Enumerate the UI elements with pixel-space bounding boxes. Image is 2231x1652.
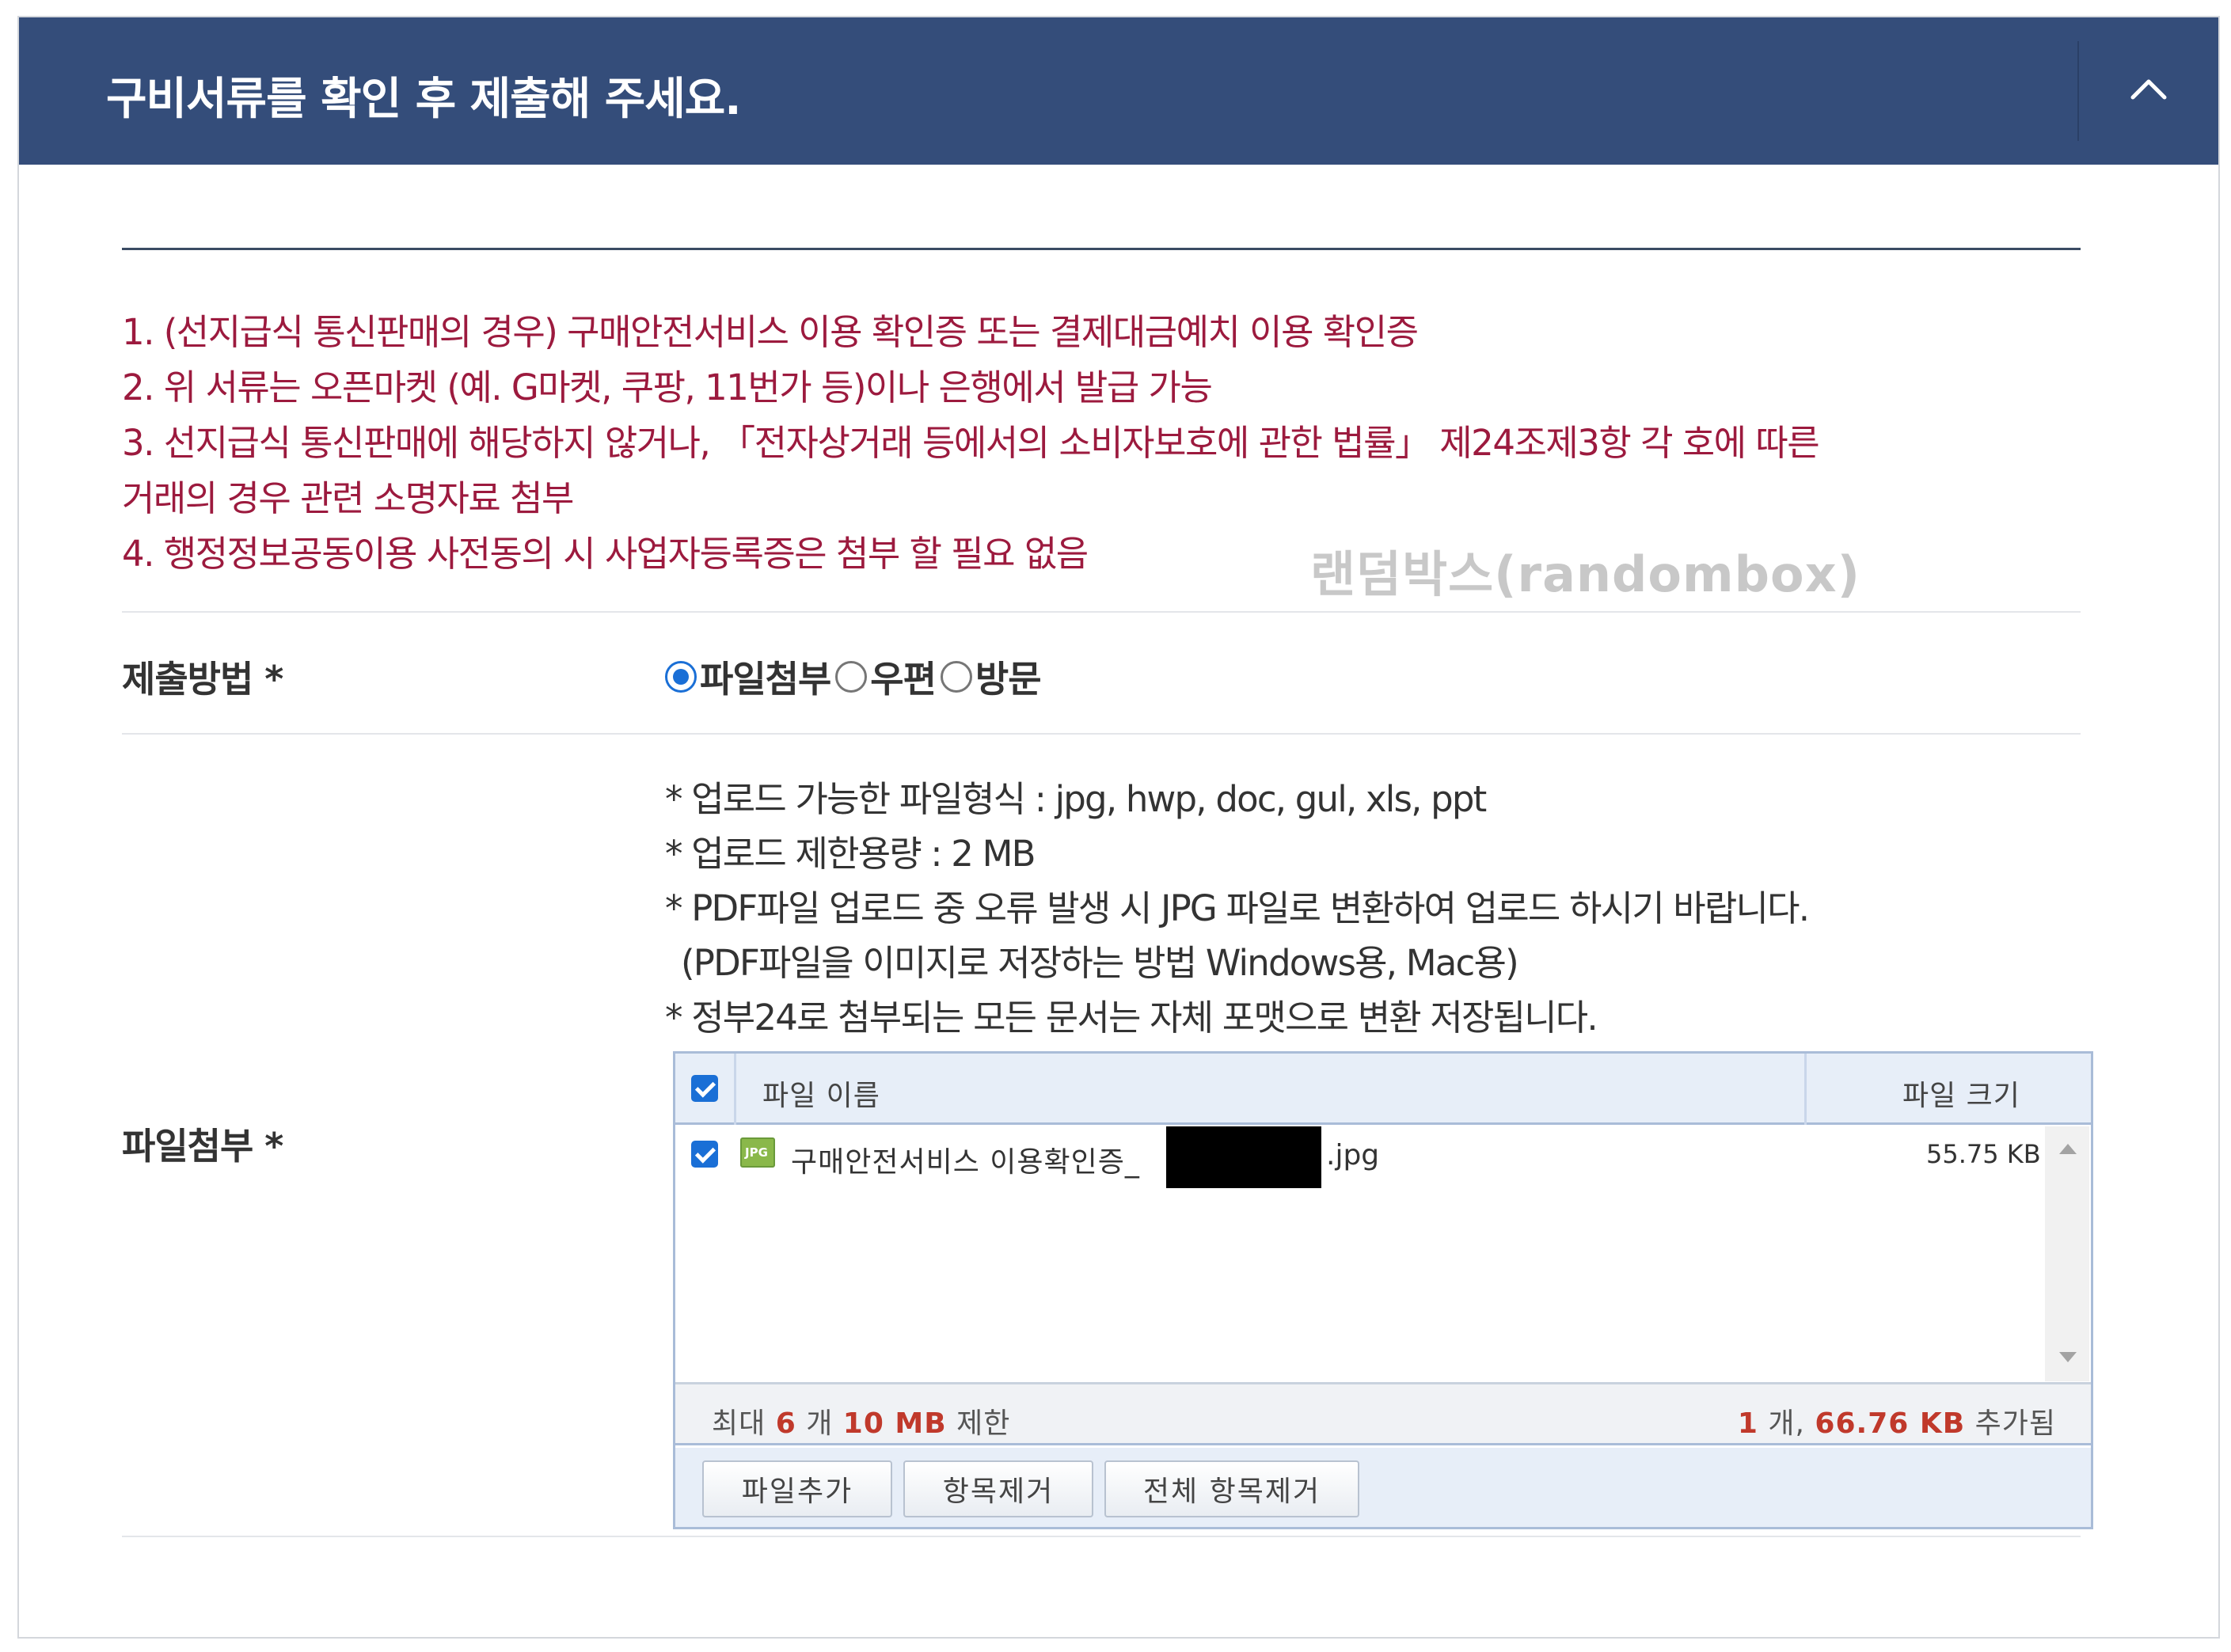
scroll-down-arrow-icon[interactable] (2059, 1352, 2077, 1362)
file-uploader: 파일 이름 파일 크기 JPG 구매안전서비스 이용확인증_ .jpg 55.7… (673, 1051, 2093, 1529)
radio-visit[interactable]: 방문 (940, 651, 1046, 703)
file-list-scrollbar[interactable] (2045, 1126, 2089, 1381)
submit-method-label: 제출방법 * (122, 658, 283, 701)
added-size: 66.76 KB (1815, 1407, 1966, 1440)
added-count: 1 (1737, 1407, 1758, 1440)
notice-line: 2. 위 서류는 오픈마켓 (예. G마켓, 쿠팡, 11번가 등)이나 은행에… (122, 366, 1213, 408)
column-separator (1804, 1054, 1807, 1125)
scroll-up-arrow-icon[interactable] (2059, 1144, 2077, 1154)
limit-size: 10 MB (842, 1407, 947, 1440)
radio-label: 파일첨부 (700, 658, 831, 701)
radio-button-checked[interactable] (665, 661, 697, 693)
remove-item-button[interactable]: 항목제거 (903, 1460, 1093, 1517)
radio-label: 우편 (870, 658, 937, 701)
added-count-unit: 개, (1768, 1407, 1805, 1440)
guide-line: * 정부24로 첨부되는 모든 문서는 자체 포맷으로 변환 저장됩니다. (665, 997, 1598, 1039)
notice-line: 3. 선지급식 통신판매에 해당하지 않거나, 「전자상거래 등에서의 소비자보… (122, 422, 1820, 464)
limit-count: 6 (775, 1407, 796, 1440)
upload-guide-list: * 업로드 가능한 파일형식 : jpg, hwp, doc, gul, xls… (665, 772, 2074, 1045)
submit-method-radio-group: 파일첨부 우편 방문 (665, 649, 1046, 704)
panel-title: 구비서류를 확인 후 제출해 주세요. (106, 74, 742, 125)
jpg-file-icon: JPG (740, 1137, 775, 1168)
collapse-button[interactable] (2117, 61, 2180, 116)
attachment-label: 파일첨부 * (122, 1125, 283, 1168)
file-row-checkbox[interactable] (691, 1141, 718, 1168)
divider (122, 1536, 2081, 1537)
guide-line: * 업로드 가능한 파일형식 : jpg, hwp, doc, gul, xls… (665, 778, 1487, 820)
chevron-up-icon (2130, 79, 2167, 100)
notice-line: 1. (선지급식 통신판매의 경우) 구매안전서비스 이용 확인증 또는 결제대… (122, 311, 1419, 353)
guide-line: (PDF파일을 이미지로 저장하는 방법 Windows용, Mac용) (681, 942, 1519, 984)
remove-all-items-button[interactable]: 전체 항목제거 (1104, 1460, 1359, 1517)
file-name: 구매안전서비스 이용확인증_ (791, 1146, 1140, 1179)
column-header-filename: 파일 이름 (762, 1080, 880, 1112)
column-separator (734, 1054, 736, 1125)
radio-button[interactable] (940, 661, 972, 693)
guide-line: * PDF파일 업로드 중 오류 발생 시 JPG 파일로 변환하여 업로드 하… (665, 887, 1810, 929)
add-file-button[interactable]: 파일추가 (702, 1460, 892, 1517)
uploader-button-bar: 파일추가 항목제거 전체 항목제거 (675, 1448, 2091, 1527)
divider (122, 611, 2081, 613)
radio-label: 방문 (975, 658, 1042, 701)
file-type-badge: JPG (745, 1145, 768, 1160)
upload-added-text: 1 개, 66.76 KB 추가됨 (1738, 1400, 2056, 1441)
column-header-filesize: 파일 크기 (1902, 1080, 2020, 1112)
upload-limit-text: 최대 6 개 10 MB 제한 (712, 1400, 1010, 1441)
limit-count-unit: 개 (806, 1407, 834, 1440)
radio-mail[interactable]: 우편 (835, 651, 941, 703)
file-extension: .jpg (1326, 1139, 1380, 1172)
file-size: 55.75 KB (1926, 1139, 2041, 1169)
added-suffix: 추가됨 (1974, 1407, 2056, 1440)
section-top-rule (122, 248, 2081, 250)
redaction-box (1166, 1126, 1321, 1188)
radio-button[interactable] (835, 661, 868, 693)
guide-line: * 업로드 제한용량 : 2 MB (665, 833, 1036, 875)
panel-header: 구비서류를 확인 후 제출해 주세요. (19, 17, 2218, 165)
file-table-header: 파일 이름 파일 크기 (675, 1054, 2091, 1125)
radio-file-attach[interactable]: 파일첨부 (665, 651, 835, 703)
upload-status-bar: 최대 6 개 10 MB 제한 1 개, 66.76 KB 추가됨 (675, 1382, 2091, 1445)
header-divider (2077, 41, 2079, 141)
limit-suffix: 제한 (956, 1407, 1011, 1440)
file-row[interactable]: JPG 구매안전서비스 이용확인증_ .jpg 55.75 KB (675, 1126, 2045, 1188)
limit-prefix: 최대 (712, 1407, 766, 1440)
select-all-checkbox[interactable] (691, 1075, 718, 1102)
notice-line: 거래의 경우 관련 소명자료 첨부 (122, 477, 574, 519)
watermark: 랜덤박스(randombox) (1310, 545, 1860, 603)
divider (122, 733, 2081, 735)
